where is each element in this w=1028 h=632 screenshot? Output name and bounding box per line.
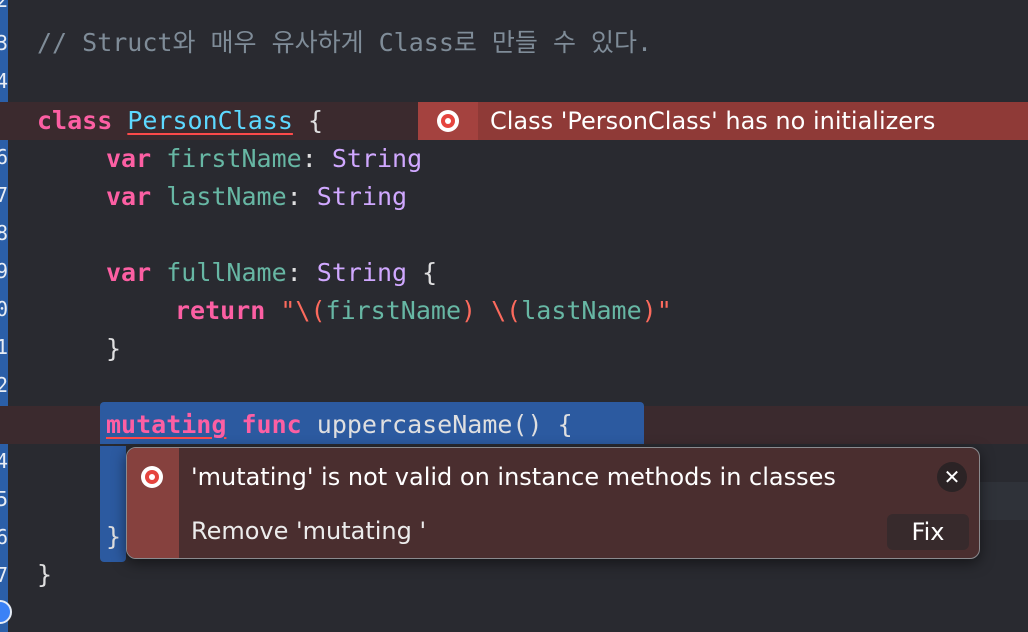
error-icon [437, 110, 459, 132]
keyword-return: return [175, 296, 266, 325]
comment-text: // Struct와 매우 유사하게 Class로 만들 수 있다. [37, 28, 653, 57]
property-name: lastName [166, 182, 287, 211]
method-signature: uppercaseName() { [316, 410, 573, 439]
close-button[interactable]: ✕ [937, 462, 967, 492]
open-brace: { [292, 106, 324, 135]
property-name: firstName [166, 144, 302, 173]
open-brace: { [407, 258, 438, 287]
keyword-func: func [241, 410, 302, 439]
code-text: var fullName: String { [106, 254, 437, 292]
code-text: class PersonClass { [37, 102, 323, 140]
code-text: var firstName: String [106, 140, 422, 178]
line-number: 2 [0, 0, 9, 12]
code-line[interactable]: } [0, 518, 126, 556]
error-icon [141, 466, 163, 488]
fix-button[interactable]: Fix [887, 514, 969, 550]
string-literal-close: )" [641, 296, 672, 325]
code-text: var lastName: String [106, 178, 407, 216]
colon: : [286, 182, 302, 211]
error-icon-zone [418, 102, 478, 140]
fixit-suggestion[interactable]: Remove 'mutating ' [191, 514, 426, 548]
keyword-mutating: mutating [106, 410, 227, 439]
string-literal-open: "\( [280, 296, 326, 325]
inline-error-message: Class 'PersonClass' has no initializers [490, 107, 936, 135]
type-string: String [316, 182, 408, 211]
close-brace: } [106, 334, 122, 363]
popover-error-message: 'mutating' is not valid on instance meth… [191, 463, 836, 491]
code-text: mutating func uppercaseName() { [106, 406, 573, 444]
keyword-var: var [106, 258, 152, 287]
interpolated-property: firstName [325, 296, 461, 325]
keyword-var: var [106, 182, 152, 211]
code-line[interactable]: return "\(firstName) \(lastName)" [0, 292, 1028, 330]
string-literal-mid: ) \( [461, 296, 522, 325]
type-string: String [331, 144, 423, 173]
inline-error-banner[interactable]: Class 'PersonClass' has no initializers [418, 102, 1028, 140]
code-line[interactable]: } [0, 556, 1028, 594]
close-brace: } [106, 522, 122, 551]
popover-error-strip [127, 448, 179, 558]
code-line-error[interactable]: mutating func uppercaseName() { [0, 402, 1028, 444]
code-line[interactable]: var lastName: String [0, 178, 1028, 216]
colon: : [286, 258, 302, 287]
fixit-popover[interactable]: 'mutating' is not valid on instance meth… [126, 447, 980, 559]
code-line[interactable]: // Struct와 매우 유사하게 Class로 만들 수 있다. [0, 24, 1028, 62]
keyword-class: class [37, 106, 113, 135]
class-name: PersonClass [127, 106, 293, 135]
code-text: return "\(firstName) \(lastName)" [175, 292, 672, 330]
code-line[interactable]: } [0, 330, 1028, 368]
type-string: String [316, 258, 408, 287]
close-brace: } [37, 560, 53, 589]
code-line[interactable]: var firstName: String [0, 140, 1028, 178]
code-line[interactable]: var fullName: String { [0, 254, 1028, 292]
property-name: fullName [166, 258, 287, 287]
colon: : [301, 144, 317, 173]
code-line-error[interactable]: class PersonClass { Class 'PersonClass' … [0, 102, 1028, 140]
interpolated-property: lastName [521, 296, 642, 325]
keyword-var: var [106, 144, 152, 173]
code-editor[interactable]: 2 3 4 5 6 7 8 9 0 1 2 3 4 5 6 7 // Struc… [0, 0, 1028, 632]
